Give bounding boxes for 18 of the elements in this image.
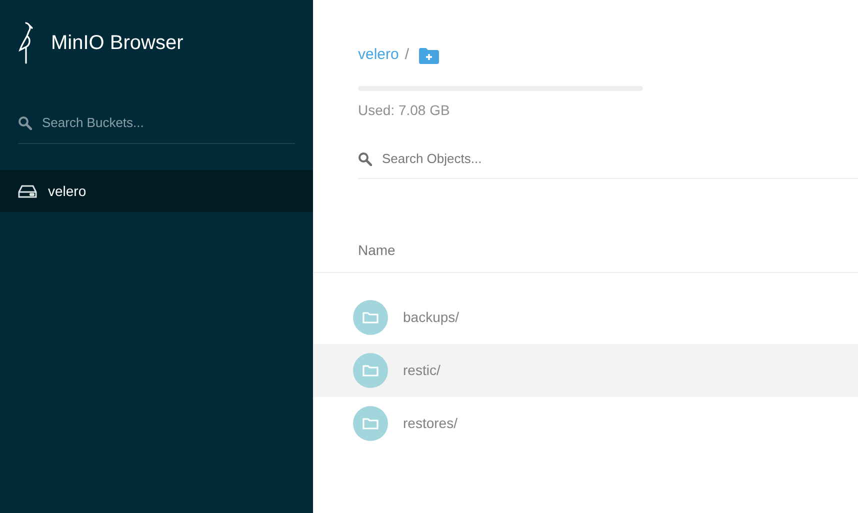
heron-logo-icon: [18, 22, 34, 64]
bucket-item[interactable]: velero: [0, 170, 313, 212]
search-field[interactable]: Search Buckets...: [18, 102, 295, 144]
folder-icon: [353, 406, 388, 441]
column-header[interactable]: Name: [358, 240, 396, 261]
app-title: MinIO Browser: [51, 31, 184, 56]
folder-icon: [353, 300, 388, 335]
object-row[interactable]: restic/: [313, 344, 858, 397]
usage-text: Used: 7.08 GB: [358, 101, 451, 120]
drive-icon: [18, 184, 37, 198]
search-icon: [18, 116, 32, 130]
search-icon: [358, 152, 372, 166]
search-input: Search Objects...: [382, 148, 682, 168]
search-input: Search Buckets...: [42, 112, 242, 132]
new-folder-icon[interactable]: [419, 48, 440, 64]
path-separator: /: [404, 45, 410, 66]
bucket-link[interactable]: velero: [358, 44, 399, 67]
folder-icon: [353, 353, 388, 388]
